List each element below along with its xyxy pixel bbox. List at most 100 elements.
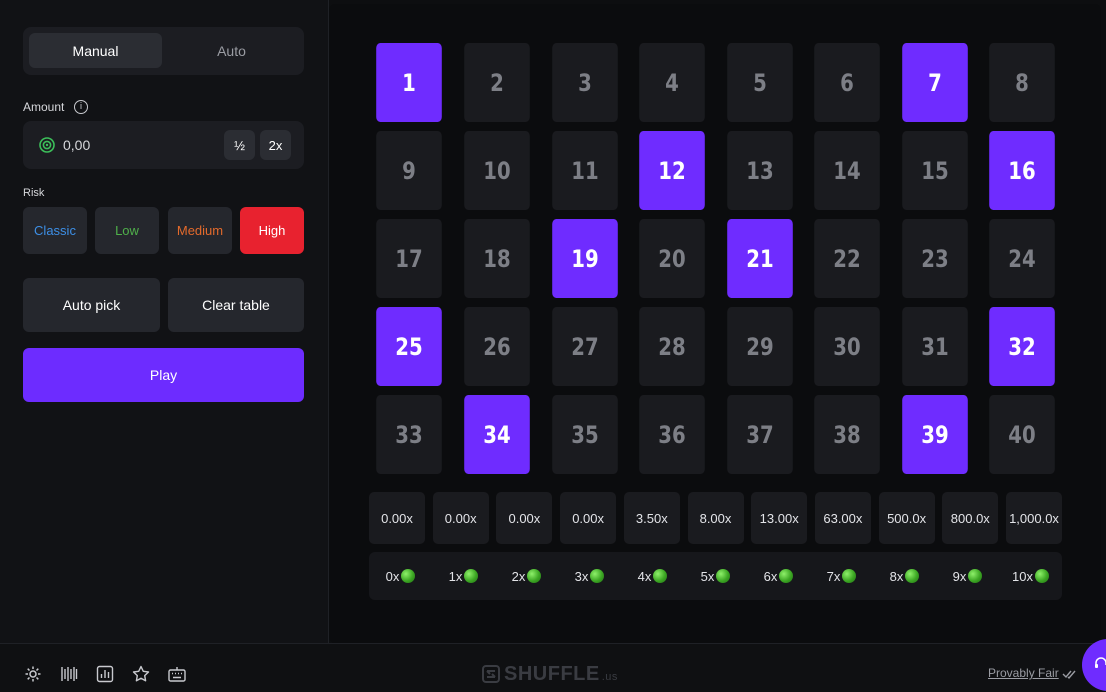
multiplier-3: 0.00x [560, 492, 617, 544]
chart-icon[interactable] [95, 664, 115, 684]
hit-label: 9x [952, 568, 967, 584]
gem-icon [527, 569, 542, 583]
amount-field: ½ 2x [23, 121, 304, 169]
hit-count-4: 4x [621, 552, 684, 600]
hit-count-2: 2x [495, 552, 558, 600]
shuffle-logo-suffix: .us [601, 671, 618, 683]
multiplier-0: 0.00x [369, 492, 425, 544]
double-button[interactable]: 2x [260, 130, 291, 160]
tile-20[interactable]: 20 [639, 219, 705, 298]
info-icon[interactable]: i [74, 100, 88, 114]
tile-23[interactable]: 23 [902, 219, 968, 298]
tile-25[interactable]: 25 [376, 307, 442, 386]
tile-14[interactable]: 14 [814, 131, 880, 210]
tile-15[interactable]: 15 [902, 131, 968, 210]
gem-icon [401, 569, 416, 583]
headset-icon [1095, 657, 1106, 668]
clear-table-button[interactable]: Clear table [168, 278, 304, 332]
tile-6[interactable]: 6 [814, 43, 880, 122]
mode-tabs: Manual Auto [23, 27, 304, 75]
tile-11[interactable]: 11 [552, 131, 618, 210]
gem-icon [968, 569, 983, 583]
shuffle-logo-icon [482, 665, 500, 683]
tile-9[interactable]: 9 [376, 131, 442, 210]
tile-1[interactable]: 1 [376, 43, 442, 122]
hit-label: 4x [637, 568, 652, 584]
tile-4[interactable]: 4 [639, 43, 705, 122]
shuffle-logo-text: SHUFFLE [504, 662, 600, 685]
barcode-icon[interactable] [59, 664, 79, 684]
gem-icon [716, 569, 731, 583]
tile-10[interactable]: 10 [464, 131, 530, 210]
multiplier-10: 1,000.0x [1006, 492, 1062, 544]
tile-30[interactable]: 30 [814, 307, 880, 386]
tile-17[interactable]: 17 [376, 219, 442, 298]
hit-label: 2x [511, 568, 526, 584]
multiplier-4: 3.50x [623, 492, 680, 544]
tile-16[interactable]: 16 [989, 131, 1055, 210]
tab-manual[interactable]: Manual [29, 33, 162, 68]
hit-label: 3x [574, 568, 589, 584]
gem-icon [653, 569, 668, 583]
tile-27[interactable]: 27 [552, 307, 618, 386]
risk-high-button[interactable]: High [240, 207, 304, 254]
tile-34[interactable]: 34 [464, 395, 530, 474]
keyboard-icon[interactable] [167, 664, 187, 684]
multiplier-7: 63.00x [814, 492, 871, 544]
tile-26[interactable]: 26 [464, 307, 530, 386]
amount-input[interactable] [63, 135, 213, 155]
tile-13[interactable]: 13 [727, 131, 793, 210]
risk-low-button[interactable]: Low [95, 207, 159, 254]
bet-sidebar: Manual Auto Amount i ½ 2x Risk Classic L… [0, 0, 329, 643]
star-icon[interactable] [131, 664, 151, 684]
hit-count-6: 6x [747, 552, 810, 600]
shuffle-logo: SHUFFLE .us [482, 662, 618, 686]
tile-32[interactable]: 32 [989, 307, 1055, 386]
hit-count-8: 8x [873, 552, 936, 600]
half-button[interactable]: ½ [224, 130, 255, 160]
tile-37[interactable]: 37 [727, 395, 793, 474]
tile-36[interactable]: 36 [639, 395, 705, 474]
multiplier-8: 500.0x [878, 492, 935, 544]
tile-40[interactable]: 40 [989, 395, 1055, 474]
tile-19[interactable]: 19 [552, 219, 618, 298]
coin-icon [39, 137, 55, 153]
tile-24[interactable]: 24 [989, 219, 1055, 298]
tile-28[interactable]: 28 [639, 307, 705, 386]
hit-label: 7x [826, 568, 841, 584]
tile-35[interactable]: 35 [552, 395, 618, 474]
tile-29[interactable]: 29 [727, 307, 793, 386]
tile-33[interactable]: 33 [376, 395, 442, 474]
gem-icon [1034, 569, 1049, 583]
hit-label: 0x [385, 568, 400, 584]
tile-31[interactable]: 31 [902, 307, 968, 386]
tile-39[interactable]: 39 [902, 395, 968, 474]
tile-8[interactable]: 8 [989, 43, 1055, 122]
hit-label: 6x [763, 568, 778, 584]
gem-icon [905, 569, 920, 583]
tile-3[interactable]: 3 [552, 43, 618, 122]
tile-21[interactable]: 21 [727, 219, 793, 298]
hit-count-5: 5x [684, 552, 747, 600]
auto-pick-button[interactable]: Auto pick [23, 278, 160, 332]
hit-count-3: 3x [558, 552, 621, 600]
play-button[interactable]: Play [23, 348, 304, 402]
provably-fair-link[interactable]: Provably Fair [988, 666, 1059, 680]
tile-7[interactable]: 7 [902, 43, 968, 122]
tile-22[interactable]: 22 [814, 219, 880, 298]
risk-medium-button[interactable]: Medium [168, 207, 232, 254]
hit-count-0: 0x [369, 552, 432, 600]
amount-label: Amount [23, 100, 65, 114]
tile-2[interactable]: 2 [464, 43, 530, 122]
tile-38[interactable]: 38 [814, 395, 880, 474]
tile-18[interactable]: 18 [464, 219, 530, 298]
hit-count-9: 9x [936, 552, 999, 600]
tile-12[interactable]: 12 [639, 131, 705, 210]
gear-icon[interactable] [23, 664, 43, 684]
hit-count-10: 10x [999, 552, 1062, 600]
double-check-icon [1062, 670, 1076, 680]
tile-5[interactable]: 5 [727, 43, 793, 122]
hit-label: 1x [448, 568, 463, 584]
tab-auto[interactable]: Auto [165, 33, 298, 68]
risk-classic-button[interactable]: Classic [23, 207, 87, 254]
